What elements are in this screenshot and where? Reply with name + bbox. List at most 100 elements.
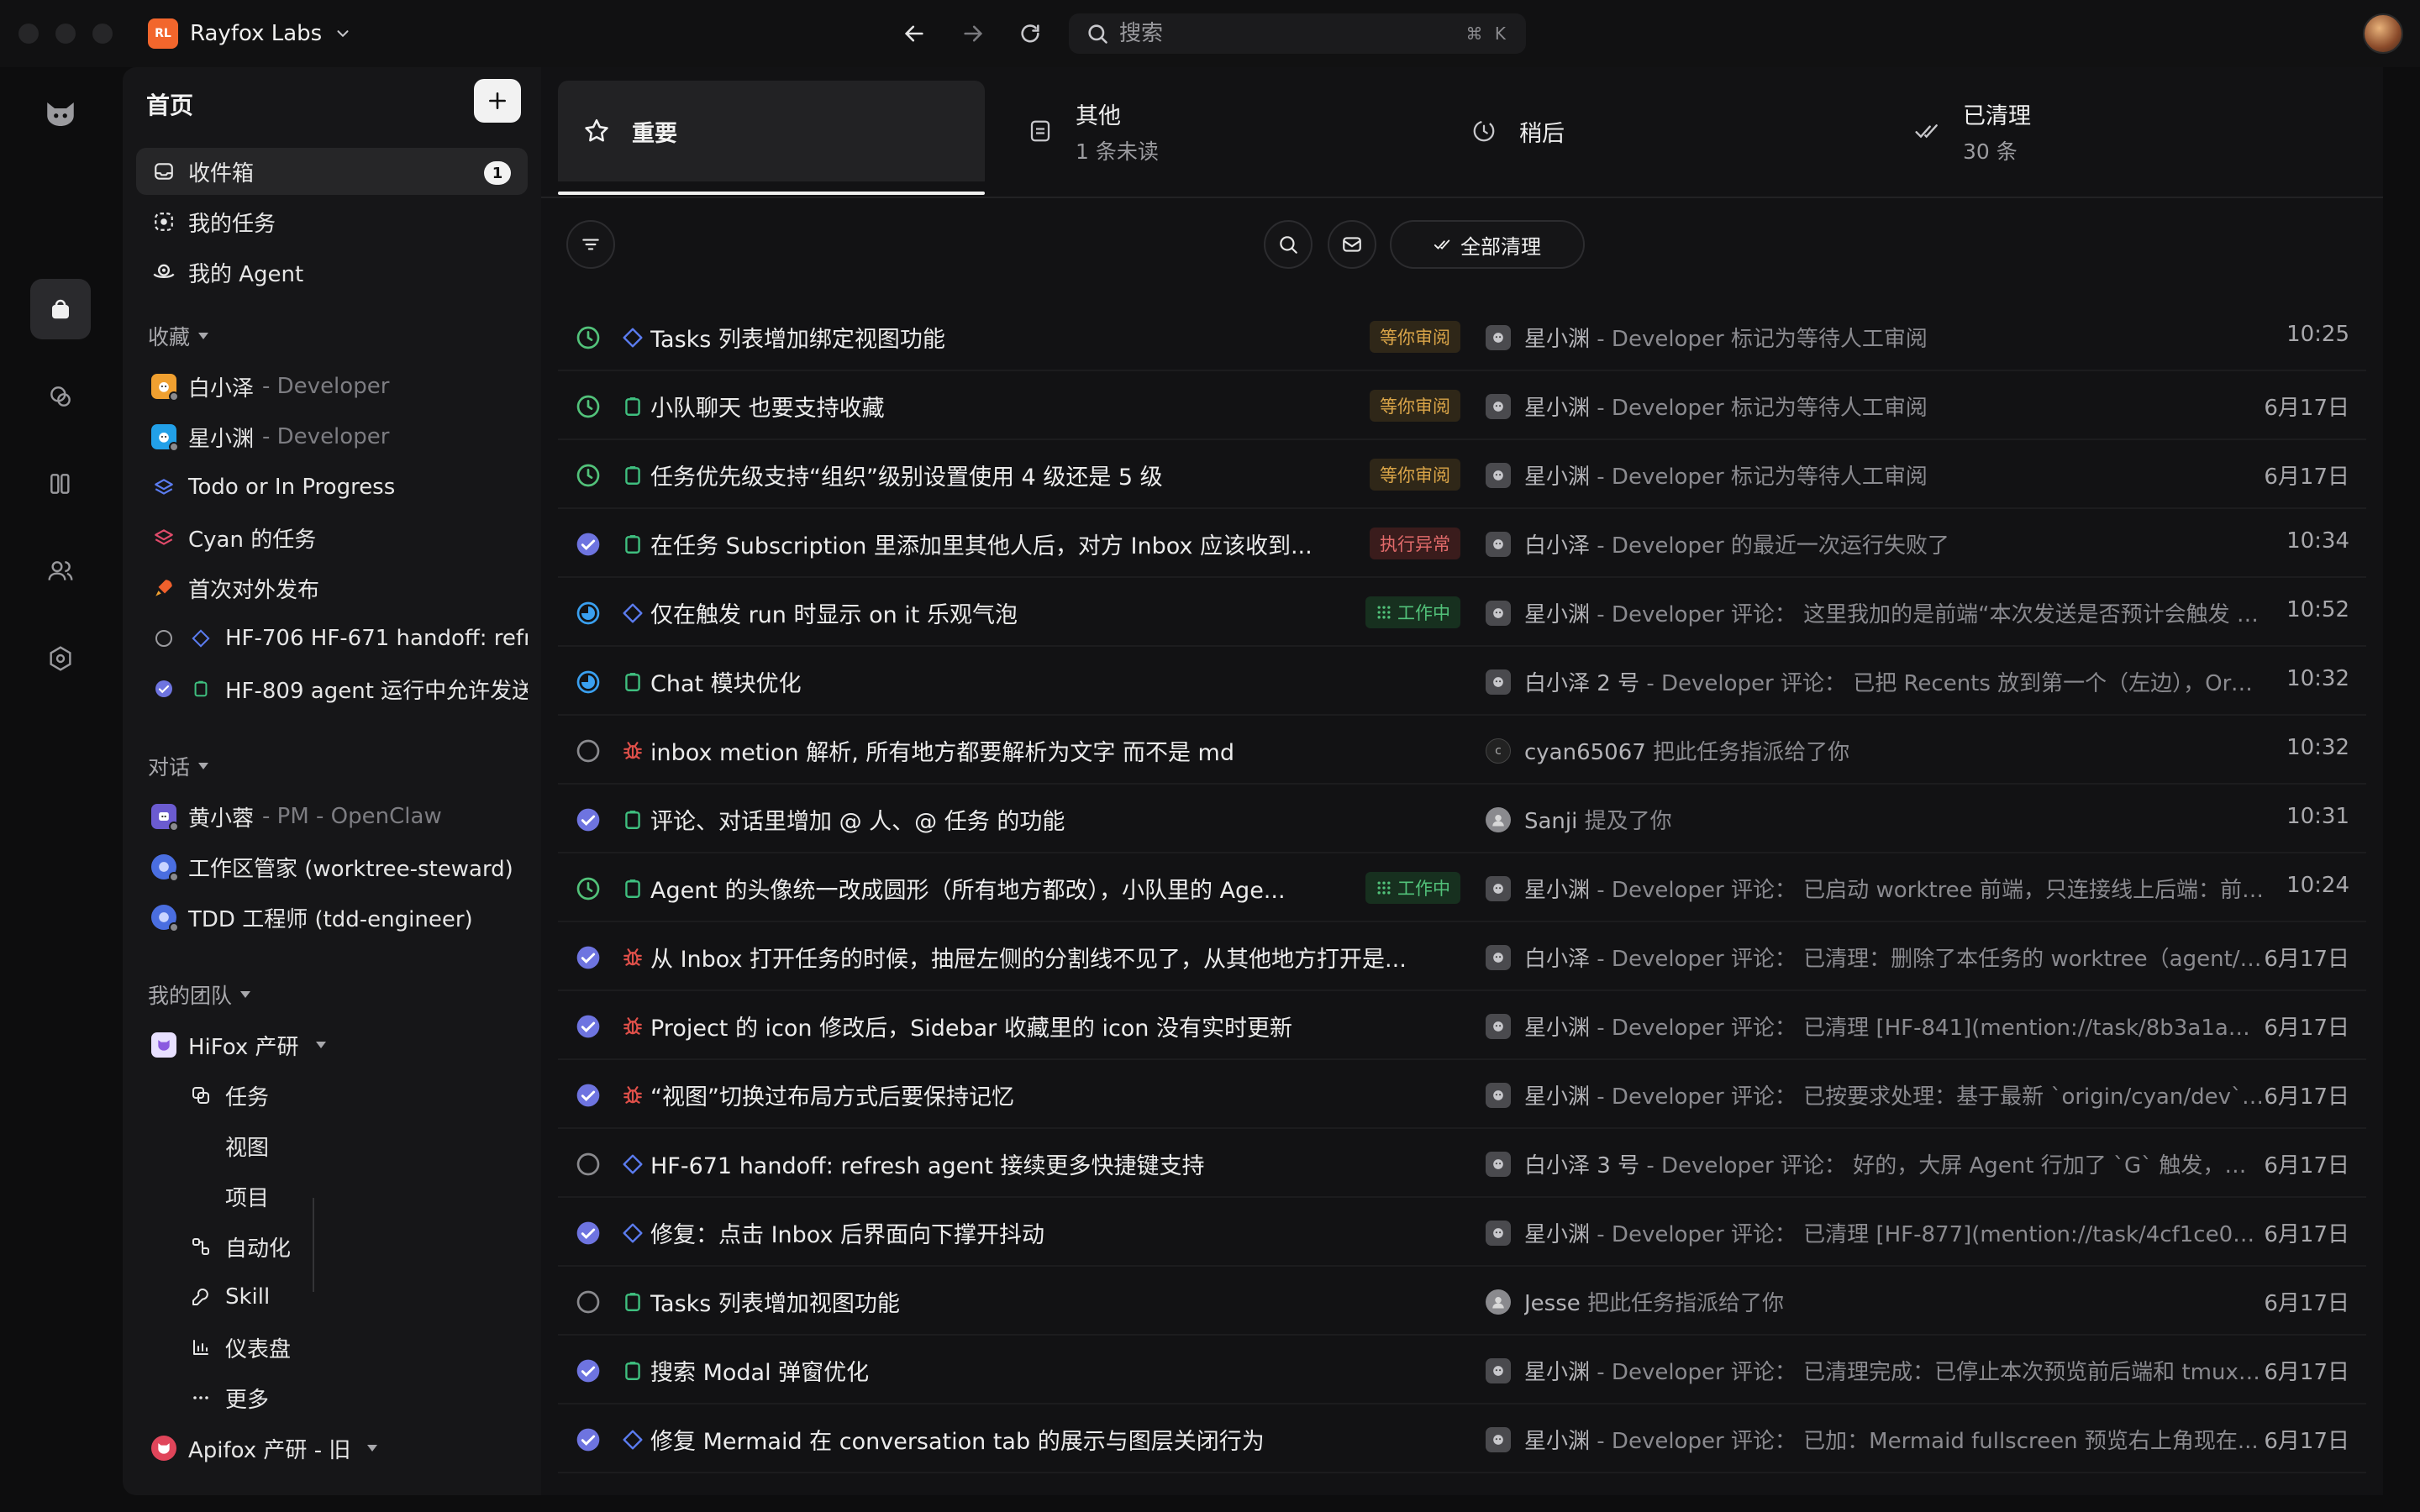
inbox-row[interactable]: 修复 Mermaid 在 conversation tab 的展示与图层关闭行为… <box>558 1404 2366 1473</box>
favorites-section-header[interactable]: 收藏 <box>148 321 209 351</box>
inbox-row[interactable]: Chat 模块优化 白小泽 2 号 - Developer 评论： 已把 Rece… <box>558 647 2366 716</box>
inbox-row[interactable]: 任务优先级支持“组织”级别设置使用 4 级还是 5 级 等你审阅 星小渊 - Dev… <box>558 440 2366 509</box>
conversation-item[interactable]: TDD 工程师 (tdd-engineer) <box>136 894 528 941</box>
inbox-row[interactable]: inbox metion 解析, 所有地方都要解析为文字 而不是 md c cyan… <box>558 716 2366 785</box>
team-nav-views[interactable]: 视图 <box>210 1122 528 1169</box>
rail-settings-button[interactable] <box>30 628 91 689</box>
window-zoom-button[interactable] <box>92 24 113 44</box>
sidebar-item-my-agent[interactable]: 我的 Agent <box>136 249 528 296</box>
inbox-row[interactable]: HF-671 handoff: refresh agent 接续更多快捷键支持 白… <box>558 1129 2366 1198</box>
actor-name: Sanji <box>1524 809 1578 834</box>
status-in-progress-icon[interactable] <box>575 600 602 627</box>
task-title: 小队聊天 也要支持收藏 <box>650 396 885 422</box>
team-item-hifox[interactable]: HiFox 产研 <box>136 1021 528 1068</box>
status-done-icon[interactable] <box>575 1013 602 1040</box>
inbox-row[interactable]: Agent 的头像统一改成圆形（所有地方都改），小队里的 Age... 工作中 星小… <box>558 853 2366 922</box>
status-done-icon[interactable] <box>575 1220 602 1247</box>
conversation-item[interactable]: 黄小蓉 - PM - OpenClaw <box>136 793 528 840</box>
team-nav-dashboard[interactable]: 仪表盘 <box>173 1324 528 1371</box>
status-review-icon[interactable] <box>575 875 602 902</box>
team-nav-more[interactable]: 更多 <box>173 1374 528 1421</box>
team-nav-skill[interactable]: Skill <box>173 1273 528 1320</box>
status-todo-icon[interactable] <box>575 1151 602 1178</box>
inbox-row[interactable]: 小队聊天 也要支持收藏 等你审阅 星小渊 - Developer 标记为等待人工审阅… <box>558 371 2366 440</box>
status-done-icon[interactable] <box>575 1357 602 1384</box>
favorite-item[interactable]: 白小泽 - Developer <box>136 363 528 410</box>
user-avatar[interactable] <box>2363 13 2403 54</box>
row-timestamp: 6月17日 <box>2264 465 2349 490</box>
global-search[interactable]: ⌘ K <box>1069 13 1526 54</box>
rail-members-button[interactable] <box>30 541 91 601</box>
window-close-button[interactable] <box>18 24 39 44</box>
team-nav-label: 更多 <box>225 1387 270 1413</box>
status-review-icon[interactable] <box>575 462 602 489</box>
team-avatar <box>151 1436 176 1461</box>
inbox-row[interactable]: 修复：点击 Inbox 后界面向下撑开抖动 星小渊 - Developer 评论：… <box>558 1198 2366 1267</box>
search-inbox-button[interactable] <box>1264 220 1313 269</box>
search-input[interactable] <box>1119 21 1466 46</box>
team-nav-projects[interactable]: 项目 <box>210 1173 528 1220</box>
status-todo-icon[interactable] <box>575 1289 602 1315</box>
status-badge-label: 等你审阅 <box>1380 396 1450 417</box>
status-review-icon[interactable] <box>575 393 602 420</box>
team-item-apifox[interactable]: Apifox 产研 - 旧 <box>136 1425 528 1472</box>
actor-name: 白小泽 2 号 <box>1524 671 1640 696</box>
status-badge: 执行异常 <box>1370 528 1460 559</box>
favorite-item[interactable]: 首次对外发布 <box>136 564 528 612</box>
forward-button[interactable] <box>958 18 988 49</box>
status-review-icon[interactable] <box>575 324 602 351</box>
status-done-icon[interactable] <box>575 1082 602 1109</box>
conversations-section-header[interactable]: 对话 <box>148 751 209 781</box>
tab-other[interactable]: 其他 1 条未读 <box>1002 81 1428 181</box>
task-title: 在任务 Subscription 里添加里其他人后，对方 Inbox 应该收到.… <box>650 533 1313 559</box>
inbox-row[interactable]: “视图”切换过布局方式后要保持记忆 星小渊 - Developer 评论： 已按要… <box>558 1060 2366 1129</box>
status-todo-icon[interactable] <box>575 738 602 764</box>
team-nav-automation[interactable]: 自动化 <box>173 1223 528 1270</box>
status-in-progress-icon[interactable] <box>575 669 602 696</box>
status-done-icon[interactable] <box>575 531 602 558</box>
status-done-icon[interactable] <box>575 1426 602 1453</box>
inbox-row[interactable]: Tasks 列表增加绑定视图功能 等你审阅 星小渊 - Developer 标记为等… <box>558 302 2366 371</box>
back-button[interactable] <box>899 18 929 49</box>
inbox-row[interactable]: 评论、对话里增加 @ 人、@ 任务 的功能 Sanji 提及了你 10:31 <box>558 785 2366 853</box>
section-label: 对话 <box>148 755 191 780</box>
teams-section-header[interactable]: 我的团队 <box>148 979 251 1010</box>
sidebar-item-my-tasks[interactable]: 我的任务 <box>136 198 528 245</box>
tab-later[interactable]: 稍后 <box>1445 81 1872 181</box>
tab-cleared[interactable]: 已清理 30 条 <box>1889 81 2316 181</box>
clear-all-button[interactable]: 全部清理 <box>1390 220 1585 269</box>
inbox-row[interactable]: 仅在触发 run 时显示 on it 乐观气泡 工作中 星小渊 - Develope… <box>558 578 2366 647</box>
inbox-row[interactable]: Project 的 icon 修改后，Sidebar 收藏里的 icon 没有实… <box>558 991 2366 1060</box>
status-badge: 等你审阅 <box>1370 459 1460 491</box>
row-timestamp: 6月17日 <box>2264 1084 2349 1110</box>
inbox-row[interactable]: 搜索 Modal 弹窗优化 星小渊 - Developer 评论： 已清理完成：已… <box>558 1336 2366 1404</box>
refresh-button[interactable] <box>1015 18 1045 49</box>
filter-button[interactable] <box>566 220 615 269</box>
status-done-icon[interactable] <box>575 806 602 833</box>
inbox-row[interactable]: Tasks 列表增加视图功能 Jesse 把此任务指派给了你 6月17日 <box>558 1267 2366 1336</box>
new-item-button[interactable] <box>474 79 521 123</box>
mark-all-read-button[interactable] <box>1328 220 1376 269</box>
favorite-item[interactable]: Todo or In Progress <box>136 464 528 511</box>
tab-important[interactable]: 重要 <box>558 81 985 181</box>
status-done-icon[interactable] <box>575 944 602 971</box>
team-nav-tasks[interactable]: 任务 <box>173 1072 528 1119</box>
conversation-item[interactable]: 工作区管家 (worktree-steward) <box>136 843 528 890</box>
activity-action: 把此任务指派给了你 <box>1587 1291 1785 1316</box>
rail-home-button[interactable] <box>30 279 91 339</box>
inbox-row[interactable]: 从 Inbox 打开任务的时候，抽屉左侧的分割线不见了，从其他地方打开是... 白… <box>558 922 2366 991</box>
status-badge: 工作中 <box>1365 872 1460 904</box>
inbox-row[interactable]: 在任务 Subscription 里添加里其他人后，对方 Inbox 应该收到.… <box>558 509 2366 578</box>
favorite-item[interactable]: Cyan 的任务 <box>136 514 528 561</box>
section-label: 收藏 <box>148 325 191 349</box>
favorite-item[interactable]: HF-706 HF-671 handoff: refresh agent <box>136 615 528 662</box>
favorite-item[interactable]: HF-809 agent 运行中允许发送消息 <box>136 665 528 712</box>
rail-tasks-button[interactable] <box>30 366 91 427</box>
favorite-item[interactable]: 星小渊 - Developer <box>136 413 528 460</box>
app-logo-button[interactable] <box>30 84 91 144</box>
actor-avatar <box>1486 1014 1511 1039</box>
window-minimize-button[interactable] <box>55 24 76 44</box>
workspace-switcher[interactable]: RL Rayfox Labs <box>148 15 352 52</box>
sidebar-item-inbox[interactable]: 收件箱 1 <box>136 148 528 195</box>
rail-library-button[interactable] <box>30 454 91 514</box>
